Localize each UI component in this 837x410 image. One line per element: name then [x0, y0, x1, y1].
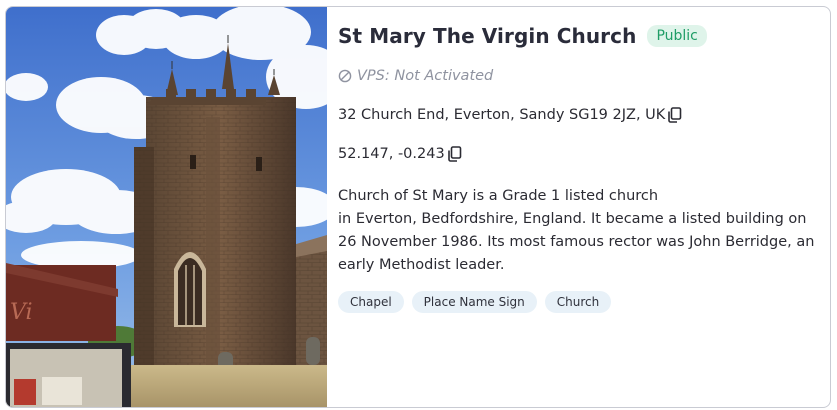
vps-status: VPS: Not Activated [338, 68, 493, 84]
description-line: 26 November 1986. Its most famous rector… [338, 234, 815, 250]
place-description: Church of St Mary is a Grade 1 listed ch… [338, 185, 824, 277]
coordinates-text: 52.147, -0.243 [338, 146, 445, 162]
coordinates-row: 52.147, -0.243 [338, 146, 462, 162]
village-sign-text: Vi [10, 300, 33, 325]
title-row: St Mary The Virgin Church Public [338, 21, 707, 51]
place-title: St Mary The Virgin Church [338, 24, 637, 48]
copy-coordinates-icon[interactable] [447, 146, 462, 162]
copy-address-icon[interactable] [667, 107, 682, 123]
tag-place-name-sign[interactable]: Place Name Sign [411, 291, 537, 313]
description-line: in Everton, Bedfordshire, England. It be… [338, 211, 807, 227]
description-line: early Methodist leader. [338, 257, 505, 273]
address-row: 32 Church End, Everton, Sandy SG19 2JZ, … [338, 107, 682, 123]
tag-chapel[interactable]: Chapel [338, 291, 404, 313]
description-line: Church of St Mary is a Grade 1 listed ch… [338, 188, 659, 204]
place-info-panel: St Mary The Virgin Church Public VPS: No… [338, 7, 824, 407]
place-photo: Vi [6, 7, 327, 407]
tag-church[interactable]: Church [544, 291, 612, 313]
status-badge: Public [647, 25, 707, 47]
ban-icon [338, 69, 352, 83]
address-text: 32 Church End, Everton, Sandy SG19 2JZ, … [338, 107, 666, 123]
vps-status-text: VPS: Not Activated [357, 68, 494, 84]
tag-list: Chapel Place Name Sign Church [338, 291, 612, 313]
place-card: Vi St Mary The Virgin Church Public VPS:… [5, 6, 831, 408]
